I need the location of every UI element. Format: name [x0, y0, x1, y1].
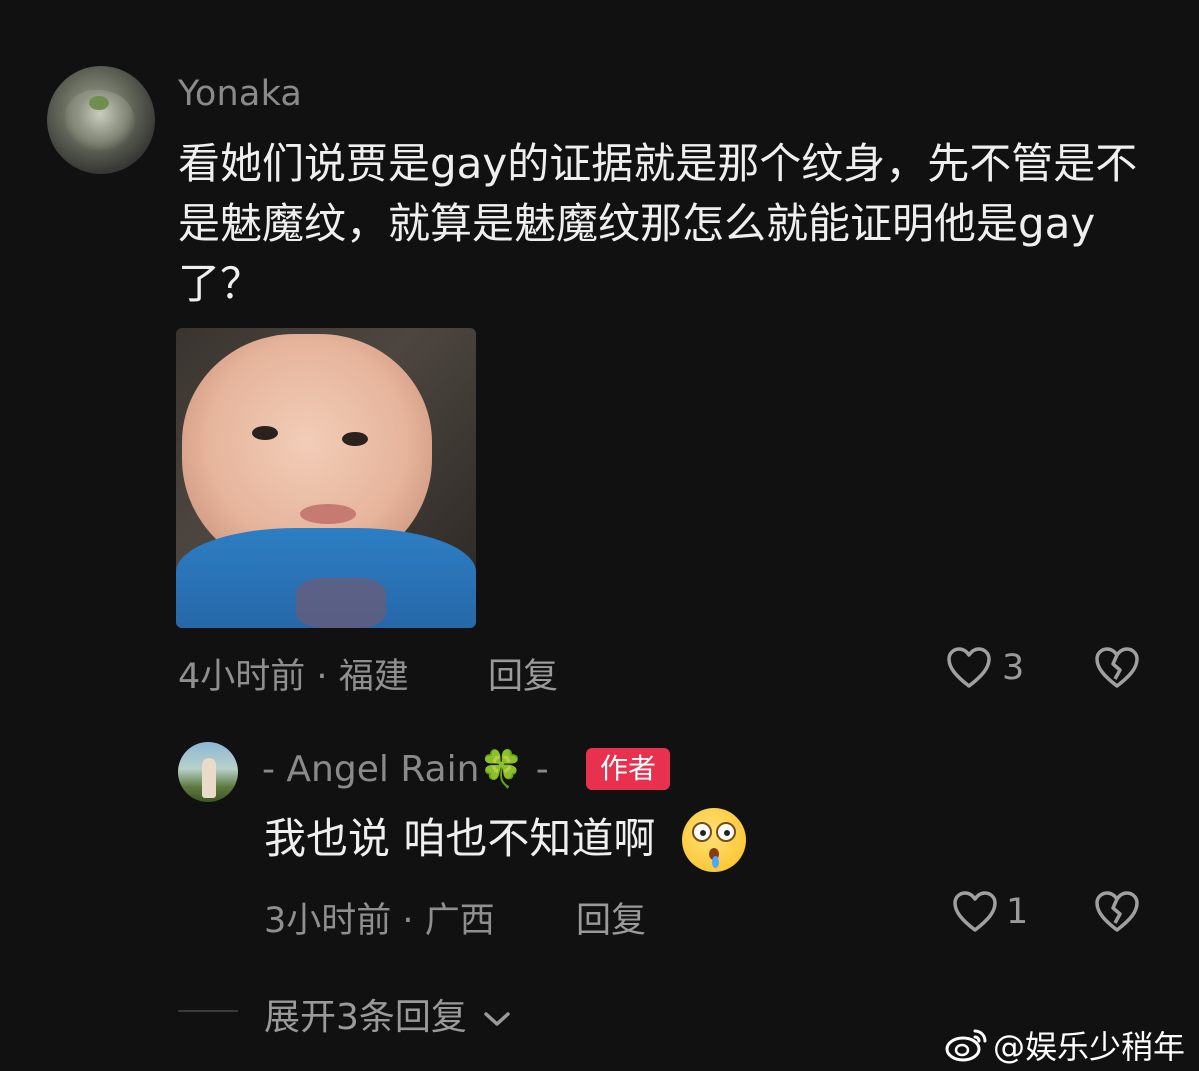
expand-replies-button[interactable]: 展开3条回复: [264, 988, 512, 1040]
image-eye: [252, 426, 278, 440]
comment-image[interactable]: [176, 328, 476, 628]
comment-meta: 4小时前 · 福建: [178, 648, 409, 699]
divider: [178, 1010, 238, 1012]
reply-location: 广西: [424, 901, 495, 941]
dislike-button[interactable]: [1094, 646, 1140, 690]
meta-separator: ·: [402, 901, 425, 941]
avatar-leaf: [89, 96, 109, 110]
comment-username[interactable]: Yonaka: [178, 74, 302, 114]
expand-replies-label: 展开3条回复: [264, 997, 467, 1038]
comment-time: 4小时前: [178, 657, 306, 697]
reply-button[interactable]: 回复: [488, 648, 558, 699]
comment-text: 看她们说贾是gay的证据就是那个纹身，先不管是不是魅魔纹，就算是魅魔纹那怎么就能…: [178, 139, 1138, 308]
reply-avatar[interactable]: [178, 742, 238, 802]
chevron-down-icon: [484, 1012, 511, 1026]
reply-username[interactable]: - Angel Rain🍀 -: [262, 748, 549, 790]
like-count: 3: [1002, 648, 1025, 688]
weibo-logo-icon: [945, 1029, 987, 1062]
watermark: @娱乐少稍年: [945, 1022, 1185, 1068]
reply-like-button[interactable]: [952, 890, 998, 934]
reply-reply-button[interactable]: 回复: [576, 892, 646, 943]
image-mouth: [300, 504, 356, 524]
image-eye: [342, 432, 368, 446]
broken-heart-icon: [1095, 647, 1139, 688]
comment-location: 福建: [338, 657, 409, 697]
heart-outline-icon: [953, 891, 997, 932]
heart-outline-icon: [947, 647, 991, 688]
like-button[interactable]: [946, 646, 992, 690]
reply-text: 我也说 咱也不知道啊: [264, 814, 656, 863]
author-badge: 作者: [586, 748, 670, 790]
reply-like-count: 1: [1006, 892, 1029, 932]
avatar-person: [202, 758, 216, 798]
reply-dislike-button[interactable]: [1094, 890, 1140, 934]
avatar[interactable]: [47, 66, 155, 174]
flushed-emoji-icon: [682, 808, 746, 872]
reply-meta: 3小时前 · 广西: [264, 892, 495, 943]
reply-time: 3小时前: [264, 901, 392, 941]
watermark-text: @娱乐少稍年: [992, 1028, 1185, 1066]
broken-heart-icon: [1095, 891, 1139, 932]
meta-separator: ·: [316, 657, 339, 697]
image-shirt-print: [296, 578, 386, 628]
